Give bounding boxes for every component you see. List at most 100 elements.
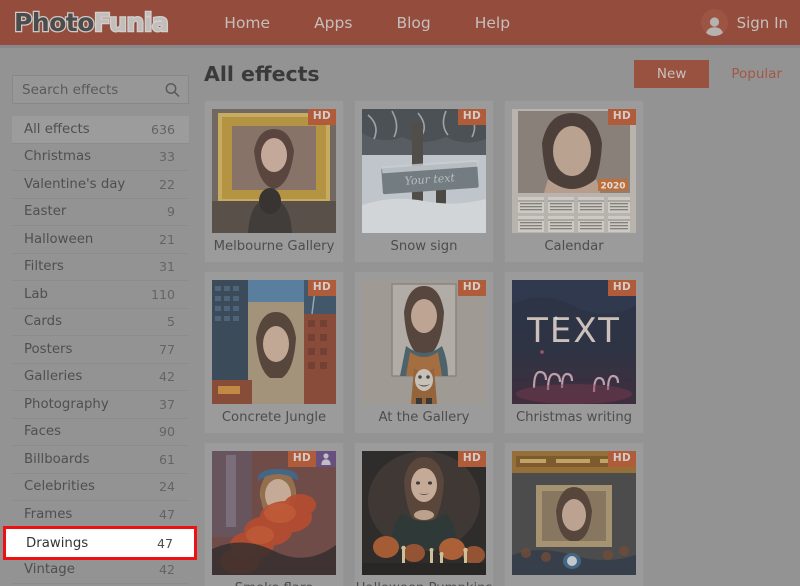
sidebar-item-label: Photography — [24, 396, 109, 412]
effect-card[interactable]: HD Melbourne Gallery — [204, 100, 344, 263]
effect-label: Concrete Jungle — [221, 410, 327, 425]
effect-thumbnail: Your text HD — [362, 109, 486, 233]
card-badges: HD — [457, 280, 486, 296]
category-list: All effects 636 Christmas 33 Valentine's… — [0, 116, 199, 584]
sidebar-item-all-effects[interactable]: All effects 636 — [12, 116, 189, 144]
effect-card[interactable]: Your text HD Snow sign — [354, 100, 494, 263]
hd-badge: HD — [457, 451, 486, 467]
sort-controls: New Popular — [633, 60, 792, 88]
sidebar-item-easter[interactable]: Easter 9 — [12, 199, 189, 226]
sidebar-item-label: Frames — [24, 506, 73, 522]
search-input[interactable] — [13, 76, 153, 103]
hd-badge: HD — [457, 109, 486, 125]
sidebar-item-galleries[interactable]: Galleries 42 — [12, 364, 189, 391]
effect-card[interactable]: TEXT HD Christmas writing — [504, 271, 644, 434]
main-header: All effects New Popular — [199, 48, 800, 100]
sidebar-item-count: 61 — [158, 451, 175, 467]
sidebar-item-count: 24 — [158, 479, 175, 495]
sidebar-item-halloween[interactable]: Halloween 21 — [12, 226, 189, 254]
hd-badge: HD — [307, 109, 336, 125]
thumbnail-image — [212, 109, 336, 233]
effect-thumbnail: HD — [362, 280, 486, 404]
nav-item-home[interactable]: Home — [202, 14, 292, 32]
thumbnail-image — [512, 451, 636, 575]
sidebar-item-label: Faces — [24, 424, 61, 440]
sidebar-item-label: Vintage — [24, 561, 75, 577]
thumbnail-image: TEXT — [512, 280, 636, 404]
effect-label: Melbourne Gallery — [213, 239, 335, 254]
sidebar-item-count: 37 — [158, 396, 175, 412]
sidebar-item-label: Easter — [24, 204, 67, 220]
card-badges: HD — [287, 451, 336, 467]
sidebar-item-vintage[interactable]: Vintage 42 — [12, 556, 189, 584]
sidebar-item-label: Christmas — [24, 149, 92, 165]
thumbnail-image — [362, 280, 486, 404]
effect-card[interactable]: 2020 HD Calendar — [504, 100, 644, 263]
search-icon[interactable] — [165, 82, 180, 97]
sidebar-item-filters[interactable]: Filters 31 — [12, 254, 189, 281]
effect-thumbnail: HD — [512, 451, 636, 575]
nav-item-help[interactable]: Help — [453, 14, 532, 32]
search-box[interactable] — [12, 75, 189, 104]
sidebar-item-label: Filters — [24, 259, 64, 275]
main-nav: Home Apps Blog Help — [202, 14, 532, 32]
sidebar-item-label: Valentine's day — [24, 176, 126, 192]
person-badge — [316, 451, 336, 467]
sidebar-item-drawings[interactable]: Drawings 47 — [12, 529, 189, 556]
sign-in-label: Sign In — [736, 13, 788, 32]
sidebar-item-label: All effects — [24, 121, 90, 137]
effect-thumbnail: HD — [362, 451, 486, 575]
nav-item-blog[interactable]: Blog — [374, 14, 452, 32]
effect-thumbnail: HD — [212, 280, 336, 404]
card-badges: HD — [607, 451, 636, 467]
sidebar-item-frames[interactable]: Frames 47 — [12, 501, 189, 529]
effect-card[interactable]: HD — [504, 442, 644, 586]
sidebar-item-count: 77 — [158, 341, 175, 357]
sidebar-item-billboards[interactable]: Billboards 61 — [12, 446, 189, 474]
hd-badge: HD — [607, 451, 636, 467]
effect-label: Halloween Pumpkins — [355, 581, 493, 586]
effect-card[interactable]: HD At the Gallery — [354, 271, 494, 434]
sidebar-item-count: 42 — [158, 369, 175, 385]
user-avatar-icon — [700, 9, 728, 36]
sidebar-item-label: Posters — [24, 341, 73, 357]
sidebar-item-label: Celebrities — [24, 479, 95, 495]
thumbnail-image — [212, 451, 336, 575]
effect-card[interactable]: HD Halloween Pumpkins — [354, 442, 494, 586]
sort-popular-button[interactable]: Popular — [709, 60, 792, 88]
hd-badge: HD — [607, 109, 636, 125]
sidebar-item-celebrities[interactable]: Celebrities 24 — [12, 474, 189, 501]
card-badges: HD — [307, 280, 336, 296]
sidebar-item-photography[interactable]: Photography 37 — [12, 391, 189, 419]
thumb-text-christmas: TEXT — [526, 311, 621, 351]
sidebar-item-label: Billboards — [24, 451, 90, 467]
effect-label: Smoke flare — [205, 581, 343, 586]
effect-thumbnail: HD — [212, 109, 336, 233]
thumbnail-image: Your text — [362, 109, 486, 233]
logo-text-photo: Photo — [13, 8, 96, 37]
sidebar: All effects 636 Christmas 33 Valentine's… — [0, 48, 199, 586]
hd-badge: HD — [287, 451, 316, 467]
sidebar-item-count: 47 — [158, 506, 175, 522]
sidebar-item-posters[interactable]: Posters 77 — [12, 336, 189, 364]
sidebar-item-valentines-day[interactable]: Valentine's day 22 — [12, 171, 189, 199]
sidebar-item-label: Lab — [24, 286, 48, 302]
sidebar-item-christmas[interactable]: Christmas 33 — [12, 144, 189, 171]
sign-in-button[interactable]: Sign In — [700, 0, 788, 45]
effect-card[interactable]: HD Smoke flare — [204, 442, 344, 586]
sidebar-item-count: 42 — [158, 561, 175, 577]
sidebar-item-count: 33 — [158, 149, 175, 165]
hd-badge: HD — [307, 280, 336, 296]
sidebar-item-cards[interactable]: Cards 5 — [12, 309, 189, 336]
hd-badge: HD — [457, 280, 486, 296]
nav-item-apps[interactable]: Apps — [292, 14, 374, 32]
page-title: All effects — [204, 62, 320, 86]
sort-new-button[interactable]: New — [633, 60, 710, 88]
effect-card[interactable]: HD Concrete Jungle — [204, 271, 344, 434]
sidebar-item-count: 5 — [166, 314, 175, 330]
site-logo[interactable]: PhotoFunia — [13, 8, 170, 37]
sidebar-item-faces[interactable]: Faces 90 — [12, 419, 189, 446]
card-badges: HD — [457, 109, 486, 125]
sidebar-item-lab[interactable]: Lab 110 — [12, 281, 189, 309]
sidebar-item-label: Galleries — [24, 369, 83, 385]
